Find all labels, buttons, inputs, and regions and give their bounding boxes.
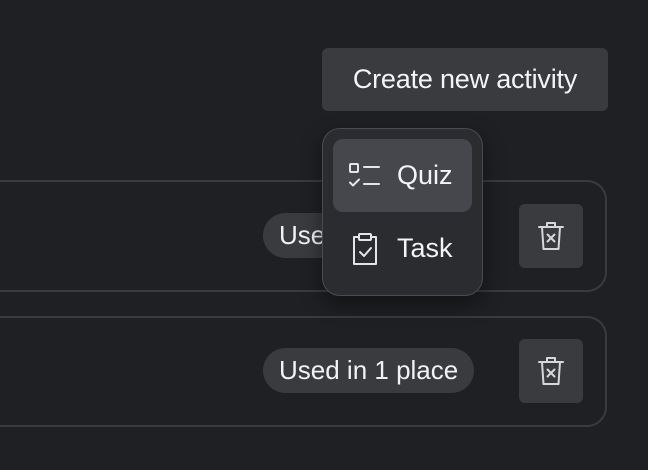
menu-item-quiz[interactable]: Quiz (333, 139, 472, 212)
menu-item-label: Task (397, 233, 453, 263)
activity-type-dropdown: Quiz Task (322, 128, 483, 296)
usage-badge: Used in 1 place (263, 348, 475, 393)
activity-card[interactable]: Used in 1 place (0, 316, 607, 427)
list-check-icon (347, 158, 383, 194)
clipboard-check-icon (347, 231, 383, 267)
trash-x-icon (538, 357, 564, 385)
delete-activity-button[interactable] (519, 204, 583, 268)
trash-x-icon (538, 222, 564, 250)
create-new-activity-button[interactable]: Create new activity (322, 48, 608, 111)
activities-panel: Create new activity Used in 1 place Used… (0, 0, 648, 470)
activity-card[interactable]: Used in 1 place (0, 180, 607, 292)
menu-item-task[interactable]: Task (333, 212, 472, 285)
delete-activity-button[interactable] (519, 339, 583, 403)
menu-item-label: Quiz (397, 160, 453, 190)
